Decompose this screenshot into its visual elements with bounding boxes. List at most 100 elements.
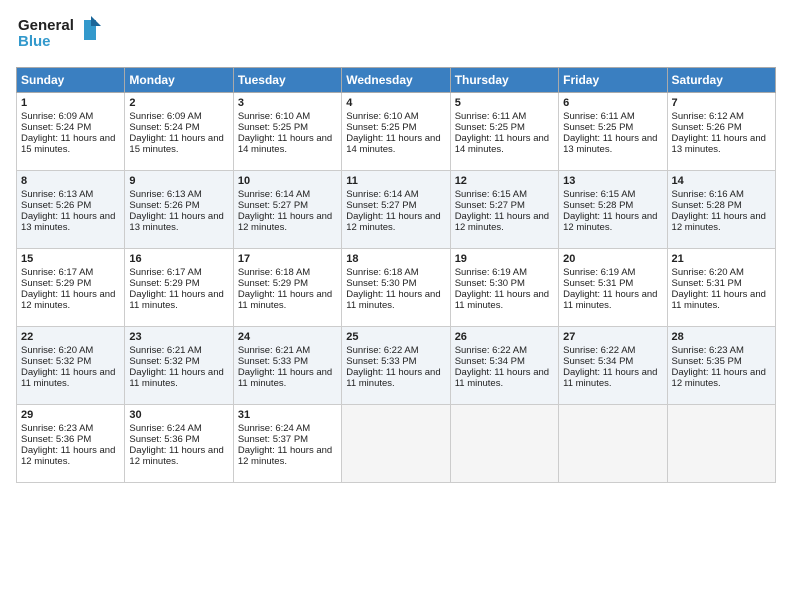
calendar-cell: 3 Sunrise: 6:10 AM Sunset: 5:25 PM Dayli… [233,93,341,171]
calendar-cell: 22 Sunrise: 6:20 AM Sunset: 5:32 PM Dayl… [17,327,125,405]
sunset-label: Sunset: 5:32 PM [129,356,199,367]
day-number: 19 [455,253,554,265]
day-number: 16 [129,253,228,265]
daylight-label: Daylight: 11 hours and 14 minutes. [346,133,440,155]
sunrise-label: Sunrise: 6:13 AM [21,189,93,200]
sunset-label: Sunset: 5:28 PM [563,200,633,211]
daylight-label: Daylight: 11 hours and 13 minutes. [21,211,115,233]
day-number: 11 [346,175,445,187]
daylight-label: Daylight: 11 hours and 13 minutes. [563,133,657,155]
sunrise-label: Sunrise: 6:20 AM [672,267,744,278]
day-number: 15 [21,253,120,265]
sunset-label: Sunset: 5:25 PM [346,122,416,133]
logo-icon: General Blue [16,12,106,56]
day-number: 27 [563,331,662,343]
sunset-label: Sunset: 5:29 PM [129,278,199,289]
sunrise-label: Sunrise: 6:23 AM [21,423,93,434]
day-header-monday: Monday [125,68,233,93]
daylight-label: Daylight: 11 hours and 11 minutes. [238,367,332,389]
day-number: 17 [238,253,337,265]
calendar-table: SundayMondayTuesdayWednesdayThursdayFrid… [16,67,776,483]
calendar-cell: 18 Sunrise: 6:18 AM Sunset: 5:30 PM Dayl… [342,249,450,327]
daylight-label: Daylight: 11 hours and 11 minutes. [455,367,549,389]
daylight-label: Daylight: 11 hours and 11 minutes. [129,367,223,389]
sunset-label: Sunset: 5:37 PM [238,434,308,445]
calendar-cell: 29 Sunrise: 6:23 AM Sunset: 5:36 PM Dayl… [17,405,125,483]
calendar-cell [342,405,450,483]
sunrise-label: Sunrise: 6:18 AM [346,267,418,278]
logo-area: General Blue [16,12,106,61]
sunset-label: Sunset: 5:24 PM [21,122,91,133]
calendar-cell: 24 Sunrise: 6:21 AM Sunset: 5:33 PM Dayl… [233,327,341,405]
daylight-label: Daylight: 11 hours and 12 minutes. [346,211,440,233]
sunset-label: Sunset: 5:26 PM [21,200,91,211]
sunset-label: Sunset: 5:25 PM [455,122,525,133]
daylight-label: Daylight: 11 hours and 12 minutes. [21,289,115,311]
sunrise-label: Sunrise: 6:20 AM [21,345,93,356]
daylight-label: Daylight: 11 hours and 14 minutes. [455,133,549,155]
sunrise-label: Sunrise: 6:15 AM [563,189,635,200]
sunrise-label: Sunrise: 6:21 AM [238,345,310,356]
day-header-thursday: Thursday [450,68,558,93]
day-number: 30 [129,409,228,421]
day-number: 4 [346,97,445,109]
sunrise-label: Sunrise: 6:10 AM [238,111,310,122]
calendar-cell: 5 Sunrise: 6:11 AM Sunset: 5:25 PM Dayli… [450,93,558,171]
sunset-label: Sunset: 5:36 PM [129,434,199,445]
calendar-cell: 17 Sunrise: 6:18 AM Sunset: 5:29 PM Dayl… [233,249,341,327]
week-row-5: 29 Sunrise: 6:23 AM Sunset: 5:36 PM Dayl… [17,405,776,483]
sunset-label: Sunset: 5:28 PM [672,200,742,211]
sunrise-label: Sunrise: 6:09 AM [21,111,93,122]
daylight-label: Daylight: 11 hours and 12 minutes. [129,445,223,467]
sunrise-label: Sunrise: 6:24 AM [129,423,201,434]
calendar-cell: 30 Sunrise: 6:24 AM Sunset: 5:36 PM Dayl… [125,405,233,483]
daylight-label: Daylight: 11 hours and 12 minutes. [238,445,332,467]
day-number: 31 [238,409,337,421]
calendar-cell: 27 Sunrise: 6:22 AM Sunset: 5:34 PM Dayl… [559,327,667,405]
calendar-cell: 6 Sunrise: 6:11 AM Sunset: 5:25 PM Dayli… [559,93,667,171]
day-number: 24 [238,331,337,343]
header-row: SundayMondayTuesdayWednesdayThursdayFrid… [17,68,776,93]
calendar-cell: 23 Sunrise: 6:21 AM Sunset: 5:32 PM Dayl… [125,327,233,405]
sunrise-label: Sunrise: 6:11 AM [563,111,635,122]
sunrise-label: Sunrise: 6:17 AM [21,267,93,278]
day-number: 2 [129,97,228,109]
sunset-label: Sunset: 5:30 PM [455,278,525,289]
daylight-label: Daylight: 11 hours and 11 minutes. [129,289,223,311]
daylight-label: Daylight: 11 hours and 15 minutes. [21,133,115,155]
daylight-label: Daylight: 11 hours and 11 minutes. [21,367,115,389]
calendar-cell: 14 Sunrise: 6:16 AM Sunset: 5:28 PM Dayl… [667,171,775,249]
calendar-cell: 21 Sunrise: 6:20 AM Sunset: 5:31 PM Dayl… [667,249,775,327]
sunrise-label: Sunrise: 6:12 AM [672,111,744,122]
sunset-label: Sunset: 5:33 PM [238,356,308,367]
calendar-cell: 10 Sunrise: 6:14 AM Sunset: 5:27 PM Dayl… [233,171,341,249]
sunset-label: Sunset: 5:34 PM [563,356,633,367]
day-number: 14 [672,175,771,187]
calendar-cell: 19 Sunrise: 6:19 AM Sunset: 5:30 PM Dayl… [450,249,558,327]
day-header-friday: Friday [559,68,667,93]
daylight-label: Daylight: 11 hours and 12 minutes. [672,367,766,389]
daylight-label: Daylight: 11 hours and 12 minutes. [455,211,549,233]
sunrise-label: Sunrise: 6:24 AM [238,423,310,434]
sunset-label: Sunset: 5:35 PM [672,356,742,367]
daylight-label: Daylight: 11 hours and 13 minutes. [672,133,766,155]
page: General Blue SundayMondayTuesdayWednesda… [0,0,792,612]
sunset-label: Sunset: 5:33 PM [346,356,416,367]
sunrise-label: Sunrise: 6:11 AM [455,111,527,122]
logo: General Blue [16,12,106,61]
daylight-label: Daylight: 11 hours and 15 minutes. [129,133,223,155]
day-number: 7 [672,97,771,109]
daylight-label: Daylight: 11 hours and 11 minutes. [238,289,332,311]
calendar-cell [667,405,775,483]
day-number: 10 [238,175,337,187]
daylight-label: Daylight: 11 hours and 12 minutes. [238,211,332,233]
calendar-cell: 11 Sunrise: 6:14 AM Sunset: 5:27 PM Dayl… [342,171,450,249]
sunrise-label: Sunrise: 6:19 AM [563,267,635,278]
calendar-cell: 25 Sunrise: 6:22 AM Sunset: 5:33 PM Dayl… [342,327,450,405]
sunset-label: Sunset: 5:24 PM [129,122,199,133]
sunrise-label: Sunrise: 6:23 AM [672,345,744,356]
daylight-label: Daylight: 11 hours and 11 minutes. [346,367,440,389]
day-number: 13 [563,175,662,187]
svg-text:Blue: Blue [18,33,51,50]
sunrise-label: Sunrise: 6:10 AM [346,111,418,122]
